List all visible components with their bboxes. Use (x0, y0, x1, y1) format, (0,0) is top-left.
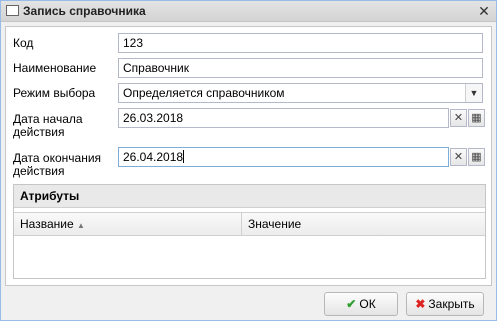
start-date-label-line1: Дата начала (13, 112, 83, 126)
name-label: Наименование (13, 61, 97, 75)
end-date-label-line1: Дата окончания (13, 151, 102, 165)
column-header-name[interactable]: Название ▲ (14, 213, 242, 235)
calendar-icon[interactable]: ▦ (468, 109, 485, 127)
title-bar[interactable]: Запись справочника ✕ (1, 1, 496, 22)
mode-label: Режим выбора (13, 86, 96, 100)
x-icon: ✖ (415, 297, 426, 311)
code-field[interactable]: 123 (118, 33, 483, 53)
close-button-label: Закрыть (428, 297, 475, 311)
clear-icon[interactable]: ✕ (450, 148, 467, 166)
code-value: 123 (123, 36, 144, 50)
mode-select[interactable]: Определяется справочником ▼ (118, 83, 483, 103)
code-label: Код (13, 36, 34, 50)
form-panel: Код 123 Наименование Справочник Режим вы… (5, 26, 492, 286)
close-button[interactable]: ✖ Закрыть (406, 292, 484, 316)
window-icon (6, 5, 19, 16)
window-title: Запись справочника (23, 4, 146, 18)
close-icon[interactable]: ✕ (477, 4, 491, 18)
attributes-grid: Атрибуты Название ▲ Значение (13, 184, 486, 279)
end-date-value: 26.04.2018 (123, 150, 184, 164)
calendar-icon[interactable]: ▦ (468, 148, 485, 166)
name-field[interactable]: Справочник (118, 58, 483, 78)
chevron-down-icon[interactable]: ▼ (465, 84, 482, 102)
ok-button-label: ОК (359, 297, 376, 311)
column-header-value[interactable]: Значение (242, 213, 301, 235)
sort-asc-icon: ▲ (76, 221, 85, 230)
end-date-field[interactable]: 26.04.2018 (118, 147, 449, 167)
attributes-title: Атрибуты (14, 185, 485, 208)
start-date-field[interactable]: 26.03.2018 (118, 108, 449, 128)
ok-button[interactable]: ✔ ОК (324, 292, 398, 316)
clear-icon[interactable]: ✕ (450, 109, 467, 127)
start-date-label-line2: действия (13, 125, 65, 139)
checkmark-icon: ✔ (346, 297, 357, 311)
end-date-label-line2: действия (13, 164, 65, 178)
grid-header: Название ▲ Значение (14, 212, 485, 236)
dialog-window: Запись справочника ✕ Код 123 Наименовани… (0, 0, 497, 321)
name-value: Справочник (123, 61, 189, 75)
start-date-value: 26.03.2018 (123, 111, 184, 125)
column-header-name-label: Название (20, 217, 74, 231)
mode-value: Определяется справочником (123, 86, 285, 100)
column-header-value-label: Значение (248, 217, 302, 231)
text-cursor (183, 150, 185, 163)
